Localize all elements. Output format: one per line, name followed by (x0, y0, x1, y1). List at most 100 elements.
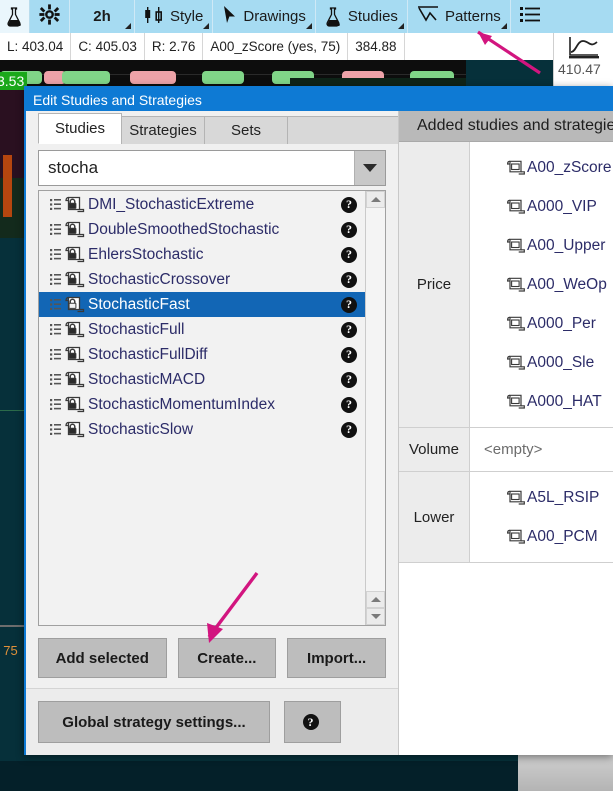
chart-orange-label: , 75 (0, 643, 18, 658)
added-study-item[interactable]: A000_Sle (470, 343, 613, 382)
cursor-arrow-icon (222, 5, 237, 28)
study-list-item-label: StochasticCrossover (88, 270, 231, 288)
toolbar-list-button[interactable] (511, 0, 549, 33)
tab-studies[interactable]: Studies (38, 113, 122, 144)
study-script-icon (506, 394, 525, 410)
chart-pill (202, 71, 244, 84)
global-strategy-settings-button[interactable]: Global strategy settings... (38, 701, 270, 743)
info-low: L: 403.04 (0, 33, 72, 60)
help-icon[interactable]: ? (341, 196, 357, 213)
drag-handle-icon[interactable] (47, 198, 63, 211)
tab-sets[interactable]: Sets (204, 116, 288, 144)
drag-handle-icon[interactable] (47, 223, 63, 236)
study-script-icon (506, 355, 525, 371)
study-list-item[interactable]: StochasticMACD? (39, 367, 365, 392)
study-list-item-label: StochasticSlow (88, 420, 194, 438)
drag-handle-icon[interactable] (47, 348, 63, 361)
added-study-item[interactable]: A000_Per (470, 304, 613, 343)
locked-study-icon (63, 271, 85, 288)
added-study-label: A5L_RSIP (527, 488, 600, 506)
scroll-up-button-bottom[interactable] (366, 591, 385, 608)
toolbar-drawings-button[interactable]: Drawings (213, 0, 316, 33)
dialog-title: Edit Studies and Strategies (33, 91, 202, 108)
locked-study-icon (63, 321, 85, 338)
dialog-titlebar[interactable]: Edit Studies and Strategies (26, 88, 611, 111)
dialog-action-buttons: Add selected Create... Import... (26, 626, 398, 688)
help-icon[interactable]: ? (341, 346, 357, 363)
drag-handle-icon[interactable] (47, 248, 63, 261)
added-study-label: A00_WeOp (527, 275, 607, 293)
tab-sets-label: Sets (230, 122, 261, 139)
search-dropdown-button[interactable] (354, 151, 385, 185)
toolbar-settings-button[interactable] (30, 0, 70, 33)
help-icon[interactable]: ? (341, 246, 357, 263)
help-icon[interactable]: ? (341, 271, 357, 288)
study-list-item-label: StochasticFullDiff (88, 345, 208, 363)
drag-handle-icon[interactable] (47, 373, 63, 386)
drag-handle-icon[interactable] (47, 298, 63, 311)
added-study-item[interactable]: A00_PCM (470, 517, 613, 556)
study-list[interactable]: DMI_StochasticExtreme? DoubleSmoothedStoc… (39, 191, 365, 625)
drag-handle-icon[interactable] (47, 423, 63, 436)
added-study-item[interactable]: A00_zScore (470, 148, 613, 187)
toolbar-style-button[interactable]: Style (135, 0, 214, 33)
added-studies-grid[interactable]: Price A00_zScore A000_VIP A00_Upper A00_WeOp… (399, 142, 613, 755)
study-list-item[interactable]: StochasticFull? (39, 317, 365, 342)
candle-icon (144, 5, 164, 29)
study-list-scrollbar[interactable] (365, 191, 385, 625)
study-list-item[interactable]: StochasticCrossover? (39, 267, 365, 292)
import-button[interactable]: Import... (287, 638, 387, 678)
dialog-left-pane: Studies Strategies Sets DMI_StochasticEx… (26, 111, 399, 755)
chevron-up-icon (370, 197, 381, 202)
help-icon[interactable]: ? (341, 321, 357, 338)
study-script-icon (506, 199, 525, 215)
study-list-item[interactable]: EhlersStochastic? (39, 242, 365, 267)
added-study-item[interactable]: A00_WeOp (470, 265, 613, 304)
study-list-item[interactable]: StochasticSlow? (39, 417, 365, 442)
help-icon: ? (302, 714, 319, 730)
help-icon[interactable]: ? (341, 371, 357, 388)
added-study-label: A000_HAT (527, 392, 602, 410)
tab-strategies[interactable]: Strategies (121, 116, 205, 144)
create-button[interactable]: Create... (177, 638, 277, 678)
add-selected-button[interactable]: Add selected (38, 638, 167, 678)
drag-handle-icon[interactable] (47, 398, 63, 411)
help-button[interactable]: ? (284, 701, 341, 743)
added-studies-group: Volume <empty> (399, 428, 613, 472)
study-search-box[interactable] (38, 150, 386, 186)
study-script-icon (506, 160, 525, 176)
added-study-label: A000_VIP (527, 197, 597, 215)
study-list-item[interactable]: DMI_StochasticExtreme? (39, 192, 365, 217)
scrollbar-track[interactable] (366, 208, 385, 591)
help-icon[interactable]: ? (341, 396, 357, 413)
scroll-down-button[interactable] (366, 608, 385, 625)
study-list-item-label: DoubleSmoothedStochastic (88, 220, 280, 238)
toolbar-patterns-button[interactable]: Patterns (408, 0, 511, 33)
drag-handle-icon[interactable] (47, 273, 63, 286)
toolbar-timeframe-button[interactable]: 2h (70, 0, 135, 33)
background-window[interactable] (518, 752, 613, 791)
toolbar-studies-button[interactable]: Studies (316, 0, 408, 33)
added-study-label: A000_Per (527, 314, 596, 332)
added-study-item[interactable]: A5L_RSIP (470, 478, 613, 517)
added-studies-category: Price (399, 142, 470, 427)
drag-handle-icon[interactable] (47, 323, 63, 336)
study-curve-icon (554, 33, 613, 61)
scroll-up-button[interactable] (366, 191, 385, 208)
help-icon[interactable]: ? (341, 421, 357, 438)
toolbar-flask-button[interactable] (0, 0, 30, 33)
info-study-name: A00_zScore (yes, 75) (203, 33, 349, 60)
study-list-item[interactable]: StochasticFast? (39, 292, 365, 317)
added-study-item[interactable]: A00_Upper (470, 226, 613, 265)
study-script-icon (506, 490, 525, 506)
help-icon[interactable]: ? (341, 221, 357, 238)
price-scale-value: 410.47 (558, 61, 601, 77)
added-study-item[interactable]: A000_VIP (470, 187, 613, 226)
gear-icon (39, 4, 60, 29)
study-list-item[interactable]: StochasticFullDiff? (39, 342, 365, 367)
study-list-item[interactable]: StochasticMomentumIndex? (39, 392, 365, 417)
search-input[interactable] (39, 157, 354, 179)
added-study-item[interactable]: A000_HAT (470, 382, 613, 421)
help-icon[interactable]: ? (341, 296, 357, 313)
study-list-item[interactable]: DoubleSmoothedStochastic? (39, 217, 365, 242)
